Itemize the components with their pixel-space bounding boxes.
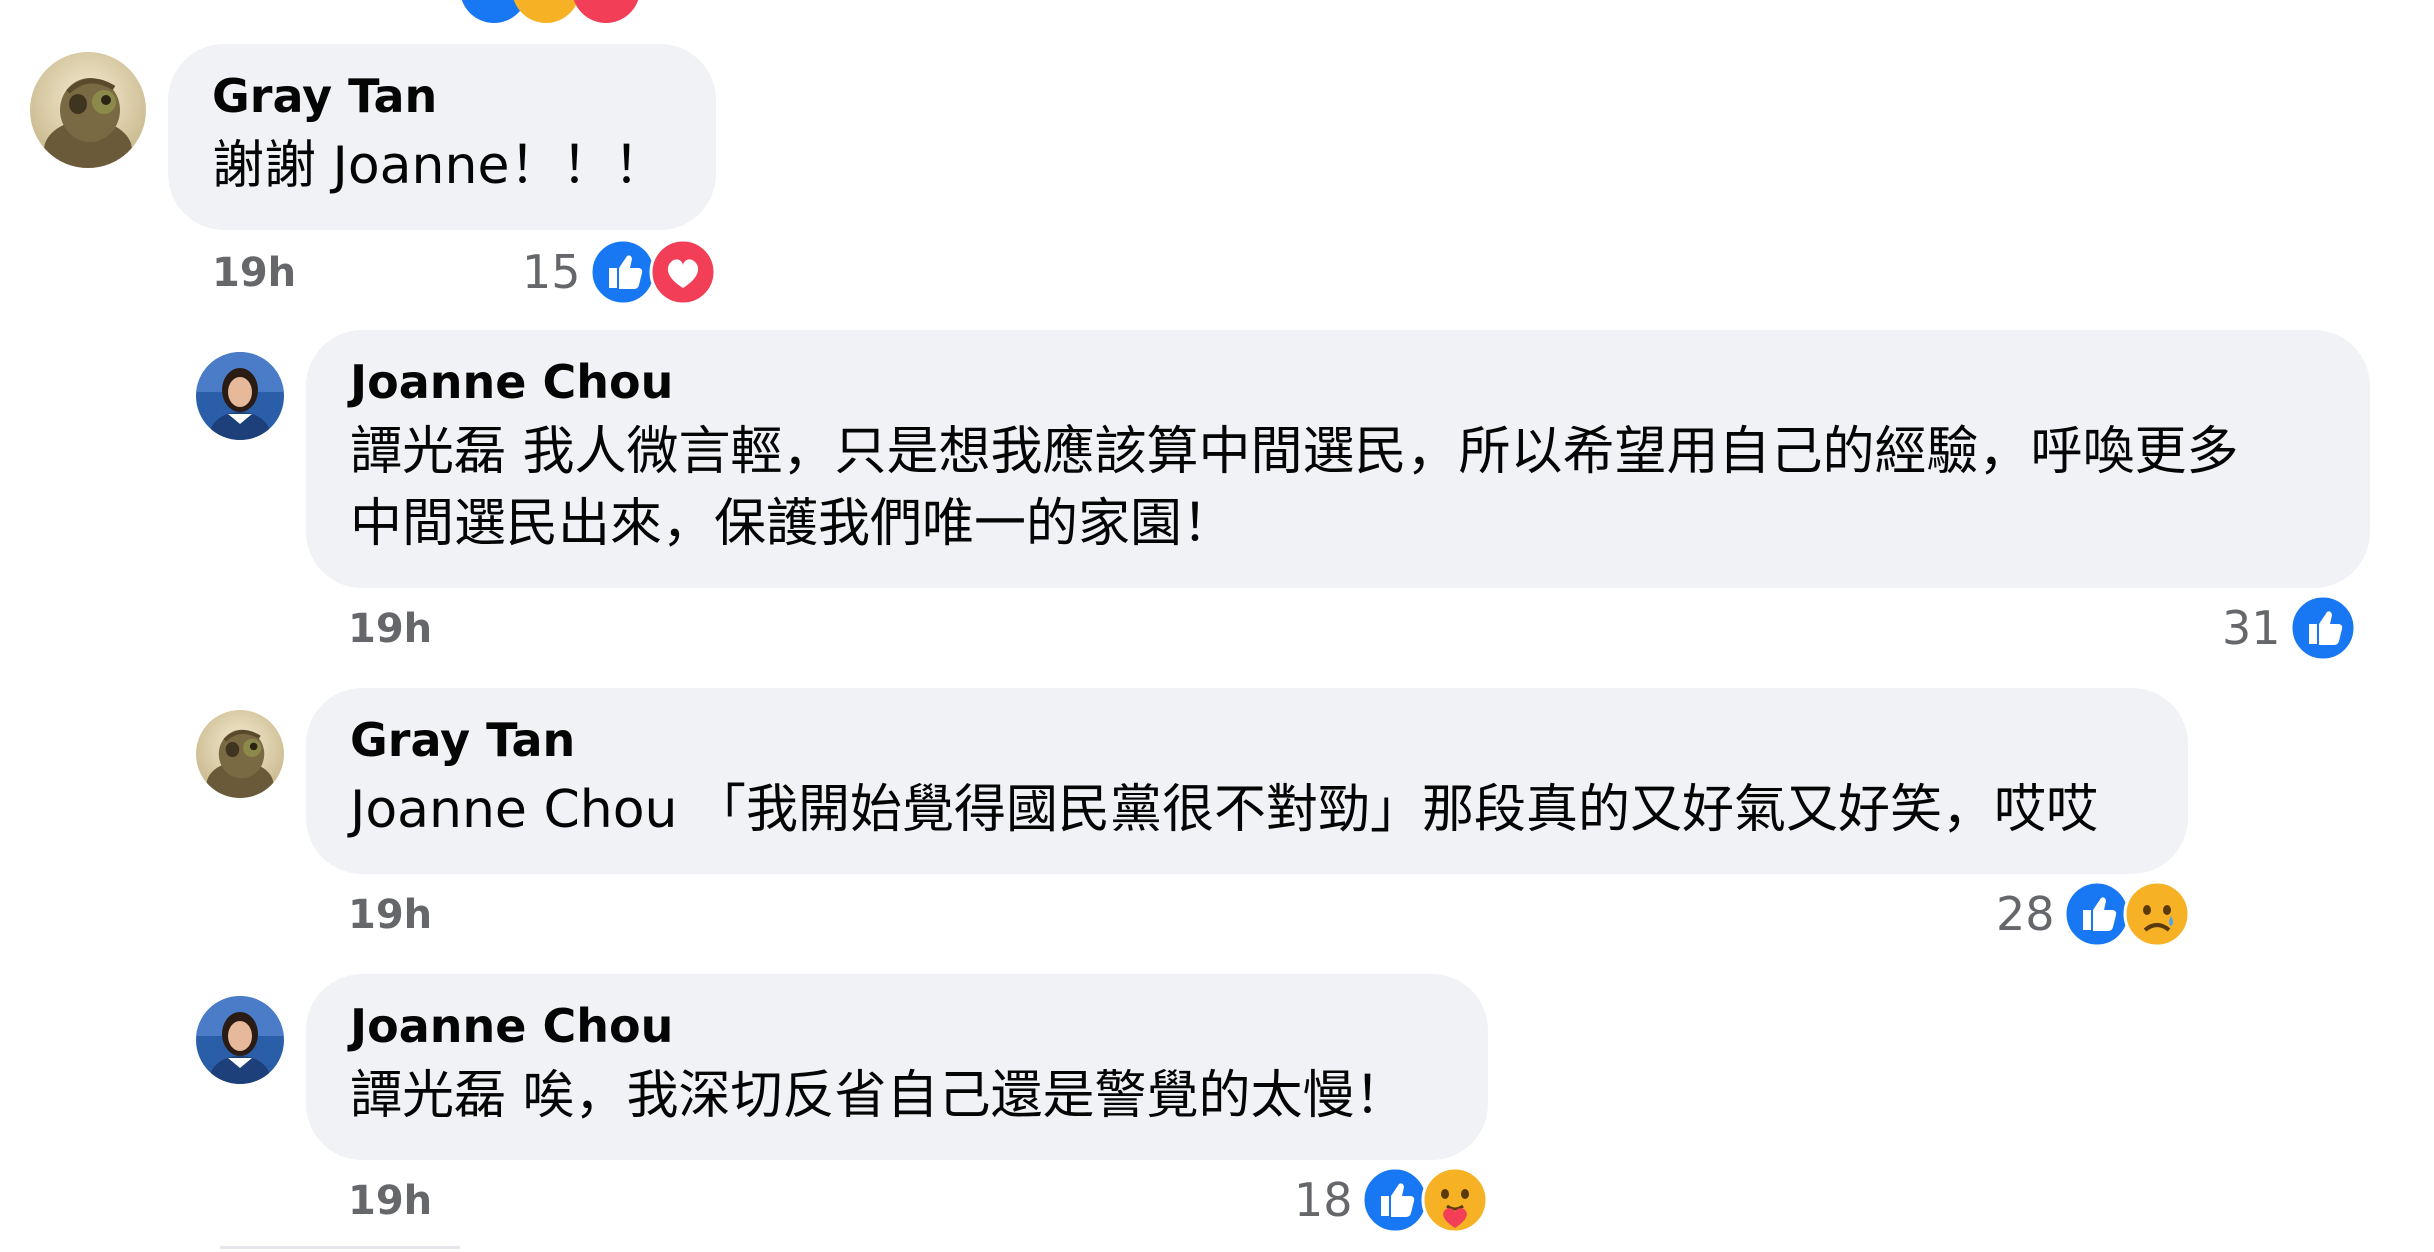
- reaction-summary[interactable]: 15: [522, 238, 717, 306]
- comment-text: 譚光磊 我人微言輕，只是想我應該算中間選民，所以希望用自己的經驗，呼喚更多 中間…: [350, 416, 2326, 560]
- comment-timestamp[interactable]: 19h: [348, 1178, 432, 1224]
- comment-bubble: Joanne Chou 譚光磊 唉，我深切反省自己還是警覺的太慢！: [306, 974, 1488, 1160]
- comment-text-line: 中間選民出來，保護我們唯一的家園！: [350, 494, 1235, 554]
- comment-bubble: Gray Tan 謝謝 Joanne！！！: [168, 44, 716, 230]
- like-icon: [2289, 594, 2357, 662]
- comment-author[interactable]: Gray Tan: [212, 68, 672, 124]
- reaction-summary[interactable]: 28: [1996, 880, 2191, 948]
- comment-thread: Gray Tan 謝謝 Joanne！！！ 19h 15 Joanne Chou…: [0, 0, 2434, 1252]
- reaction-count: 31: [2222, 601, 2281, 655]
- comment-author[interactable]: Joanne Chou: [350, 998, 1444, 1054]
- comment-timestamp[interactable]: 19h: [348, 892, 432, 938]
- reaction-count: 18: [1294, 1173, 1353, 1227]
- reaction-count: 15: [522, 245, 581, 299]
- divider: [220, 1246, 460, 1252]
- avatar[interactable]: [196, 996, 284, 1084]
- comment-timestamp[interactable]: 19h: [348, 606, 432, 652]
- avatar[interactable]: [30, 52, 146, 168]
- comment-text: 謝謝 Joanne！！！: [212, 136, 666, 196]
- comment-author[interactable]: Gray Tan: [350, 712, 2144, 768]
- like-icon: [2063, 880, 2131, 948]
- reaction-summary[interactable]: 18: [1294, 1166, 1489, 1234]
- comment-text: Joanne Chou 「我開始覺得國民黨很不對勁」那段真的又好氣又好笑，哎哎: [350, 780, 2099, 840]
- like-icon: [589, 238, 657, 306]
- sad-icon: [2123, 880, 2191, 948]
- love-icon: [649, 238, 717, 306]
- avatar[interactable]: [196, 710, 284, 798]
- reaction-count: 28: [1996, 887, 2055, 941]
- care-icon: [512, 0, 580, 23]
- comment-bubble: Joanne Chou 譚光磊 我人微言輕，只是想我應該算中間選民，所以希望用自…: [306, 330, 2370, 588]
- comment-bubble: Gray Tan Joanne Chou 「我開始覺得國民黨很不對勁」那段真的又…: [306, 688, 2188, 874]
- comment-author[interactable]: Joanne Chou: [350, 354, 2326, 410]
- love-icon: [572, 0, 640, 23]
- reaction-summary[interactable]: 31: [2222, 594, 2357, 662]
- avatar[interactable]: [196, 352, 284, 440]
- care-icon: [1421, 1166, 1489, 1234]
- comment-timestamp[interactable]: 19h: [212, 250, 296, 296]
- comment-text-line: 譚光磊 我人微言輕，只是想我應該算中間選民，所以希望用自己的經驗，呼喚更多: [350, 422, 2239, 482]
- like-icon: [1361, 1166, 1429, 1234]
- comment-text: 譚光磊 唉，我深切反省自己還是警覺的太慢！: [350, 1066, 1407, 1126]
